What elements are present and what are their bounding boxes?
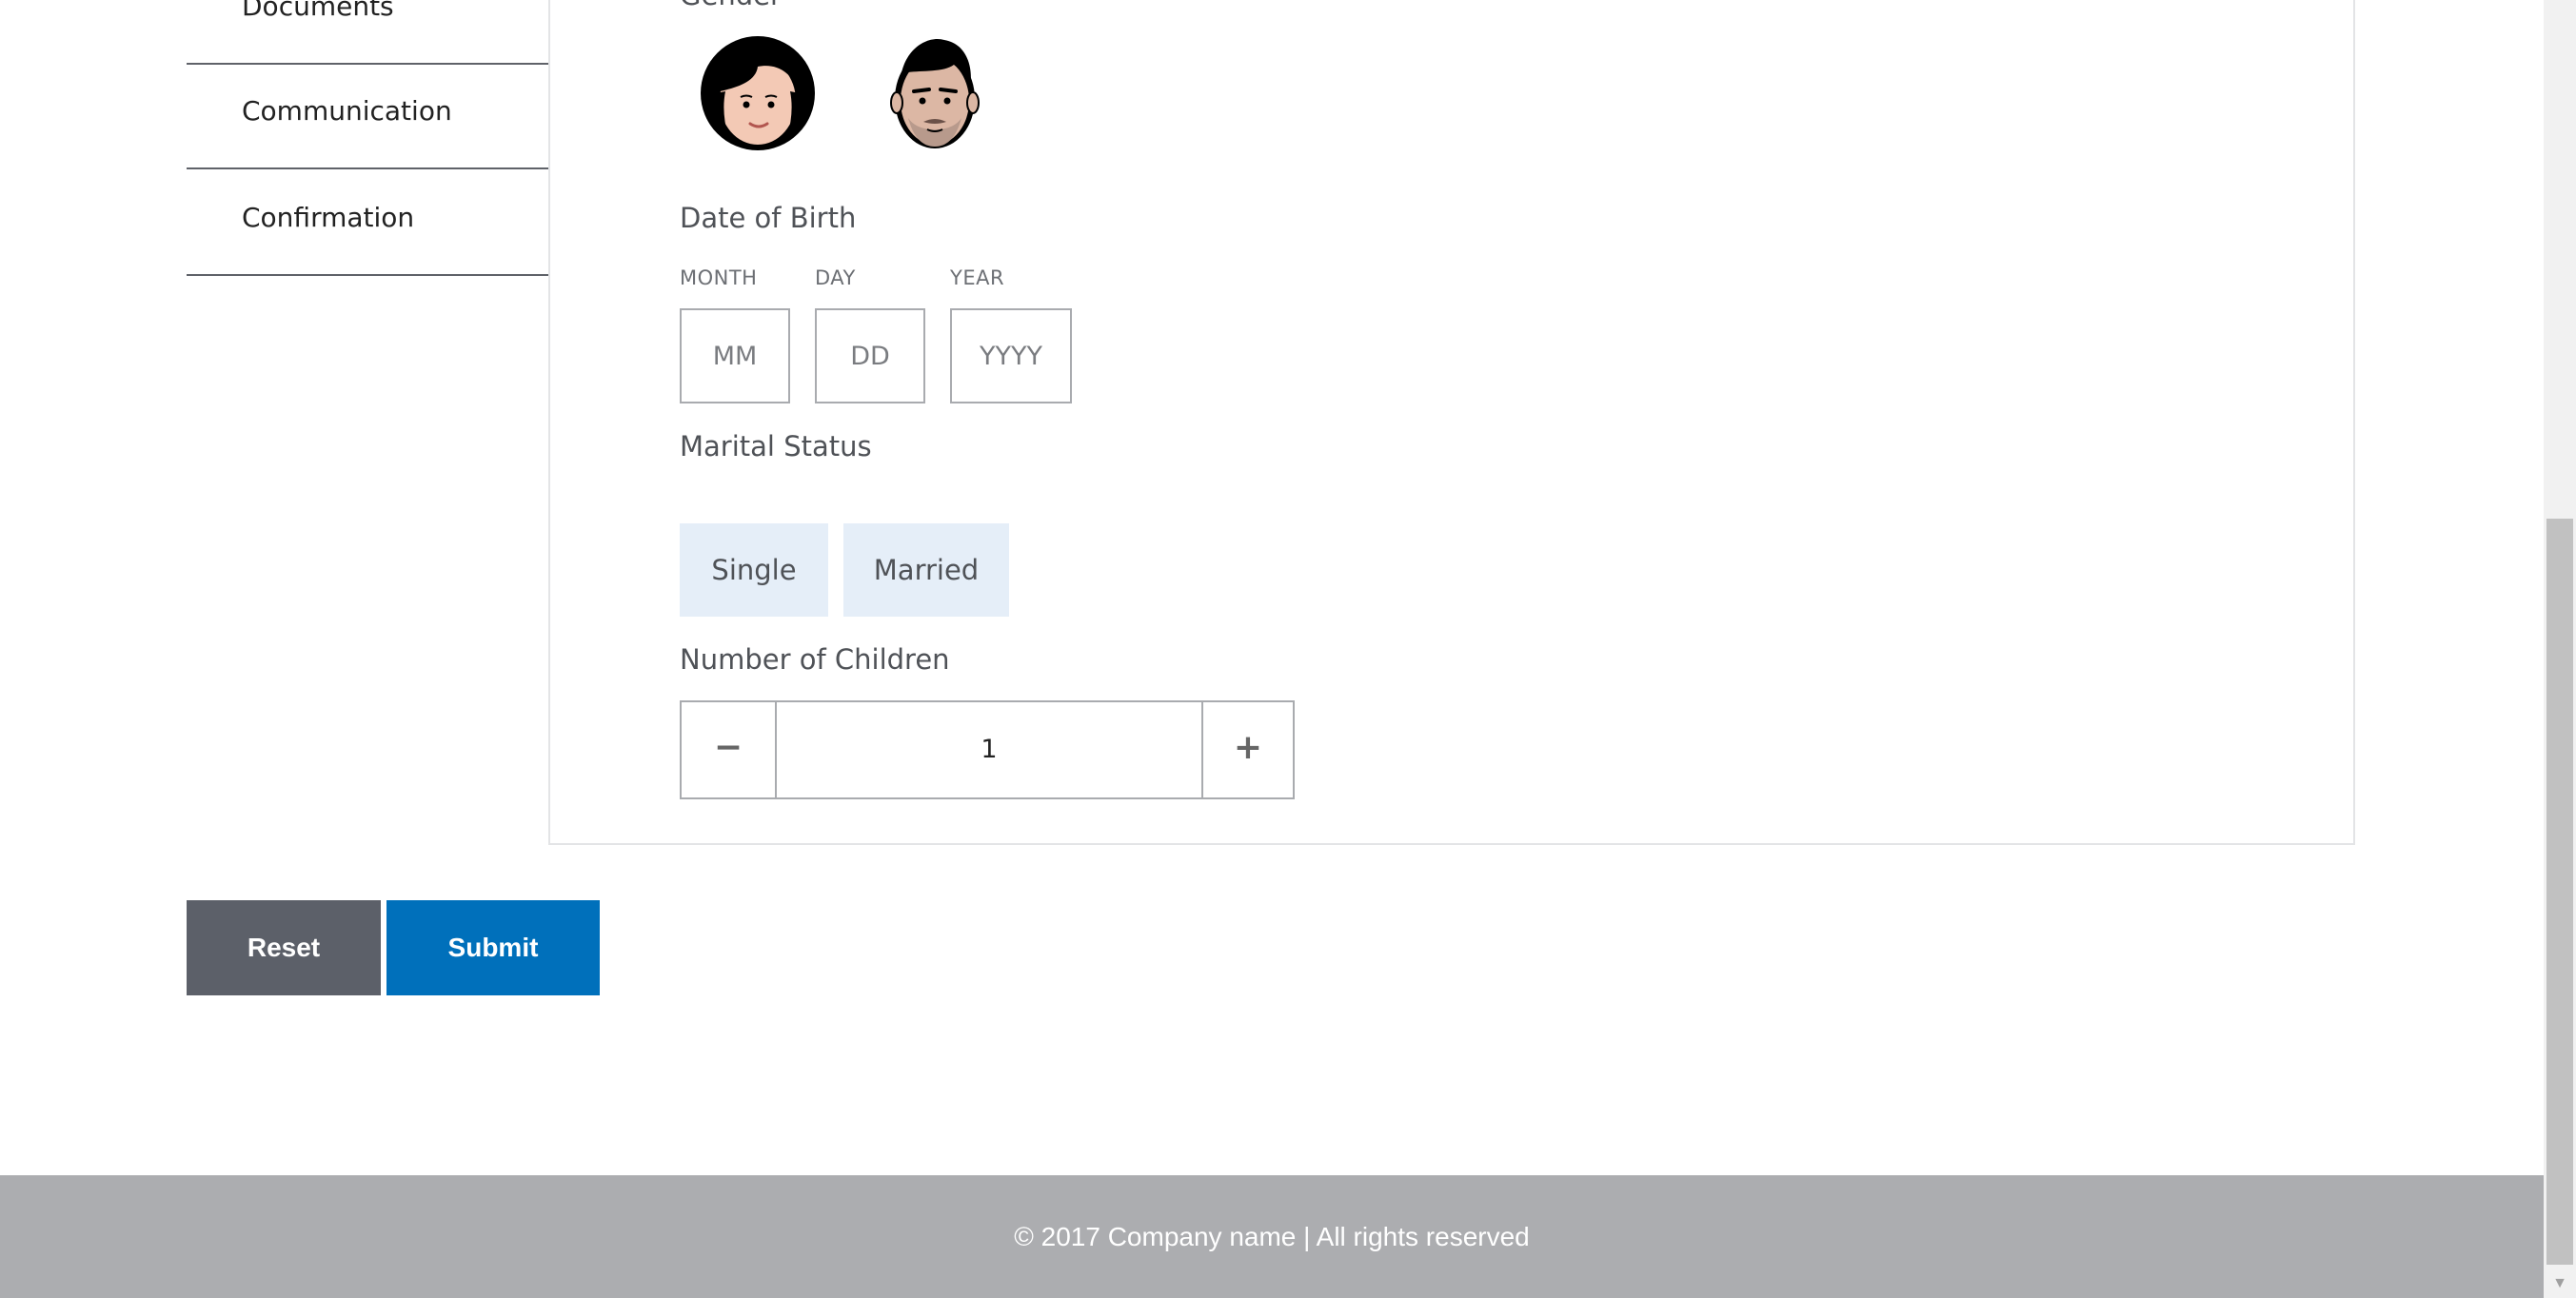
- female-avatar-icon: [701, 36, 815, 150]
- increment-button[interactable]: +: [1203, 702, 1293, 797]
- footer: © 2017 Company name | All rights reserve…: [0, 1175, 2544, 1298]
- marital-option-single[interactable]: Single: [680, 523, 828, 617]
- sidebar-item-confirmation[interactable]: Confirmation: [187, 169, 548, 276]
- gender-option-female[interactable]: [699, 34, 817, 152]
- plus-icon: +: [1233, 728, 1263, 767]
- dob-label: Date of Birth: [680, 202, 857, 234]
- dob-year-input[interactable]: [952, 310, 1070, 402]
- scrollbar-thumb[interactable]: [2546, 519, 2573, 1265]
- gender-label: Gender: [680, 0, 782, 11]
- decrement-button[interactable]: −: [682, 702, 775, 797]
- sidebar-item-label: Confirmation: [242, 202, 415, 233]
- children-count-value[interactable]: 1: [775, 702, 1203, 797]
- page: Documents Communication Confirmation Gen…: [0, 0, 2576, 1298]
- minus-icon: −: [713, 728, 743, 767]
- sidebar-item-communication[interactable]: Communication: [187, 63, 548, 169]
- marital-option-married[interactable]: Married: [843, 523, 1009, 617]
- dob-day-field-wrapper: [815, 308, 925, 403]
- sidebar-item-label: Communication: [242, 95, 452, 127]
- children-label: Number of Children: [680, 643, 950, 676]
- dob-month-field-wrapper: [680, 308, 790, 403]
- submit-button[interactable]: Submit: [386, 900, 600, 995]
- sidebar-item-label: Documents: [242, 0, 394, 22]
- dob-year-label: YEAR: [950, 266, 1005, 289]
- male-avatar-icon: [890, 38, 980, 148]
- vertical-scrollbar[interactable]: ▼: [2544, 0, 2576, 1298]
- form-card: Gender: [548, 0, 2355, 845]
- footer-copyright: © 2017 Company name | All rights reserve…: [1014, 1222, 1530, 1251]
- dob-day-input[interactable]: [817, 310, 923, 402]
- scroll-down-arrow-icon[interactable]: ▼: [2544, 1269, 2576, 1298]
- children-stepper: − 1 +: [680, 700, 1295, 799]
- dob-month-input[interactable]: [682, 310, 788, 402]
- dob-month-label: MONTH: [680, 266, 758, 289]
- marital-status-label: Marital Status: [680, 430, 872, 462]
- reset-button[interactable]: Reset: [187, 900, 381, 995]
- dob-year-field-wrapper: [950, 308, 1072, 403]
- sidebar-item-documents[interactable]: Documents: [187, 0, 548, 65]
- dob-day-label: DAY: [815, 266, 856, 289]
- gender-option-male[interactable]: [887, 34, 982, 152]
